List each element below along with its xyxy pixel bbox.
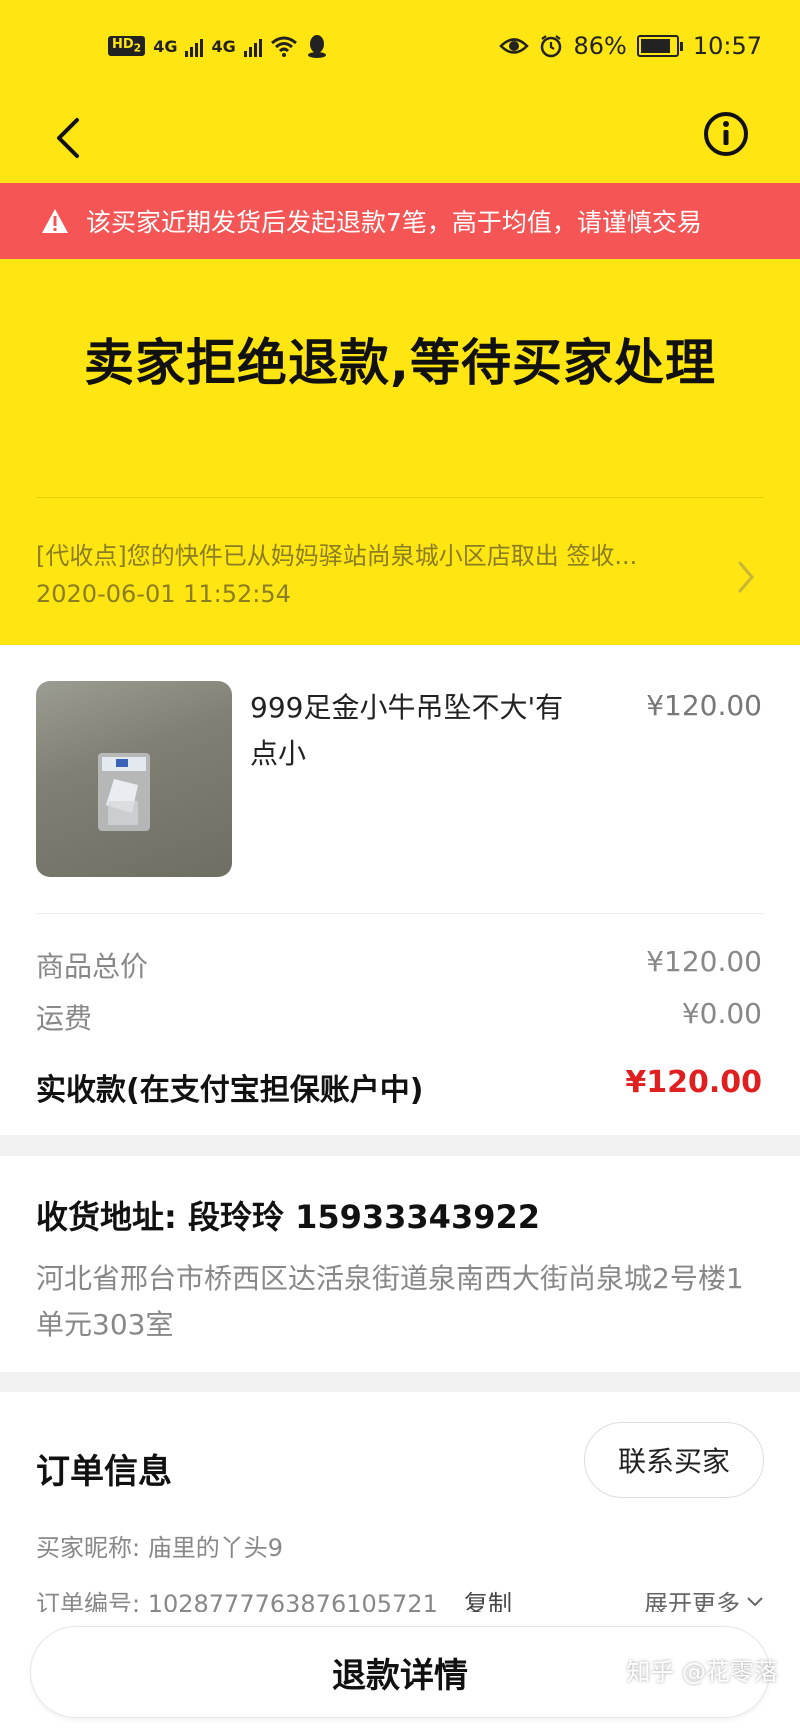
network-label-2: 4G: [211, 36, 236, 56]
logistics-time: 2020-06-01 11:52:54: [36, 580, 291, 608]
order-number-row: 订单编号: 1028777763876105721 复制 展开更多: [36, 1584, 764, 1612]
battery-icon: [636, 35, 683, 57]
copy-button[interactable]: 复制: [464, 1584, 512, 1612]
watermark: 知乎 @花零落: [626, 1658, 778, 1686]
back-button[interactable]: [42, 108, 92, 168]
expand-more-button[interactable]: 展开更多: [644, 1584, 764, 1612]
info-circle-icon: [704, 112, 748, 156]
logistics-row[interactable]: [代收点]您的快件已从妈妈驿站尚泉城小区店取出 签收... 2020-06-01…: [36, 537, 764, 617]
product-card: 999足金小牛吊坠不大'有点小 ¥120.00 商品总价 ¥120.00 运费 …: [0, 645, 800, 1135]
address-card: 收货地址: 段玲玲 15933343922 河北省邢台市桥西区达活泉街道泉南西大…: [0, 1156, 800, 1372]
status-bar: HD2 4G 4G 86% 10:57: [0, 0, 800, 100]
hd-badge: HD2: [108, 36, 146, 56]
product-price: ¥120.00: [646, 689, 762, 722]
nav-header: [0, 100, 800, 183]
chevron-down-icon: [747, 1596, 763, 1606]
goods-total-label: 商品总价: [36, 950, 149, 983]
goods-total-row: 商品总价 ¥120.00: [36, 945, 762, 985]
chevron-left-icon: [57, 118, 79, 158]
hd-label: HD: [112, 37, 134, 53]
shipping-label: 运费: [36, 1002, 93, 1035]
wifi-icon: [270, 36, 297, 57]
chevron-right-icon: [738, 561, 754, 593]
eye-icon: [499, 38, 530, 54]
logistics-message: [代收点]您的快件已从妈妈驿站尚泉城小区店取出 签收...: [36, 542, 638, 570]
contact-buyer-button[interactable]: 联系买家: [584, 1422, 764, 1498]
order-info-title: 订单信息: [36, 1452, 172, 1492]
received-row: 实收款(在支付宝担保账户中) ¥120.00: [36, 1065, 762, 1109]
received-label: 实收款(在支付宝担保账户中): [36, 1073, 424, 1108]
address-detail: 河北省邢台市桥西区达活泉街道泉南西大街尚泉城2号楼1单元303室: [36, 1262, 744, 1341]
expand-more-label: 展开更多: [644, 1590, 740, 1612]
status-left: HD2 4G 4G: [108, 34, 328, 58]
hd-sub: 2: [133, 41, 142, 55]
product-photo: [98, 753, 150, 831]
info-button[interactable]: [702, 110, 750, 158]
warning-text: 该买家近期发货后发起退款7笔，高于均值，请谨慎交易: [86, 208, 702, 237]
goods-total-value: ¥120.00: [646, 945, 762, 978]
shipping-row: 运费 ¥0.00: [36, 997, 762, 1037]
signal-icon: [185, 35, 204, 57]
qq-icon: [307, 35, 326, 58]
product-image[interactable]: [36, 681, 232, 877]
product-title[interactable]: 999足金小牛吊坠不大'有点小: [250, 685, 590, 777]
status-title: 卖家拒绝退款,等待买家处理: [84, 334, 716, 392]
refund-status-section: 卖家拒绝退款,等待买家处理 [代收点]您的快件已从妈妈驿站尚泉城小区店取出 签收…: [0, 259, 800, 645]
divider: [36, 913, 764, 914]
alarm-icon: [541, 35, 562, 58]
battery-percent: 86%: [573, 32, 627, 60]
order-number: 订单编号: 1028777763876105721: [36, 1590, 438, 1612]
buyer-nickname: 买家昵称: 庙里的丫头9: [36, 1534, 283, 1562]
signal-icon-2: [243, 35, 262, 57]
network-label-1: 4G: [153, 36, 178, 56]
shipping-value: ¥0.00: [681, 997, 762, 1030]
received-value: ¥120.00: [625, 1065, 762, 1100]
address-heading: 收货地址: 段玲玲 15933343922: [36, 1198, 541, 1236]
divider: [36, 497, 764, 498]
warning-triangle-icon: [42, 209, 68, 233]
risk-warning-banner: 该买家近期发货后发起退款7笔，高于均值，请谨慎交易: [0, 183, 800, 259]
status-right: 86% 10:57: [499, 32, 762, 60]
clock-time: 10:57: [692, 32, 762, 60]
